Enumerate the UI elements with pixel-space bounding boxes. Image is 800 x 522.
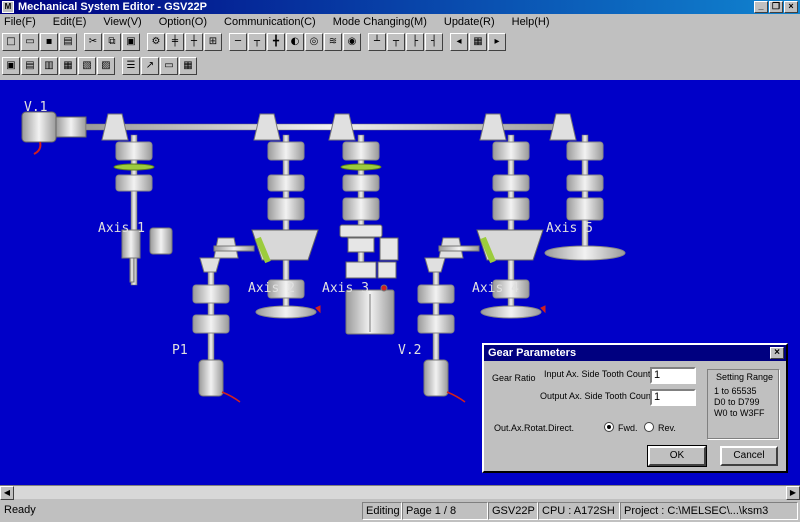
line-icon[interactable]: ─ — [229, 33, 247, 51]
horizontal-scrollbar[interactable]: ◀ ▶ — [0, 485, 800, 500]
menu-update[interactable]: Update(R) — [444, 16, 495, 28]
shaft-part-icon[interactable]: ┼ — [185, 33, 203, 51]
label-axis4: Axis 4 — [472, 281, 519, 296]
joint-icon[interactable]: ╋ — [267, 33, 285, 51]
list-icon[interactable]: ☰ — [122, 57, 140, 75]
parameter-icon[interactable]: ▤ — [21, 57, 39, 75]
status-cpu: CPU : A172SH — [538, 502, 620, 520]
virtual-servo-motor-v1[interactable] — [21, 111, 87, 155]
label-axis1: Axis 1 — [98, 221, 145, 236]
open-file-icon[interactable]: ▭ — [21, 33, 39, 51]
side-bevel-gears — [199, 237, 480, 273]
app-icon: M — [2, 1, 14, 13]
status-project: Project : C:\MELSEC\...\ksm3 — [620, 502, 798, 520]
servo-data-icon[interactable]: ▥ — [40, 57, 58, 75]
menu-view[interactable]: View(V) — [103, 16, 141, 28]
drive-up-icon[interactable]: ┴ — [368, 33, 386, 51]
status-ready: Ready — [4, 504, 36, 516]
menu-file[interactable]: File(F) — [4, 16, 36, 28]
table-icon[interactable]: ▦ — [179, 57, 197, 75]
menu-help[interactable]: Help(H) — [512, 16, 550, 28]
rev-radio[interactable] — [644, 422, 654, 432]
label-axis5: Axis 5 — [546, 221, 593, 236]
dialog-title-bar: Gear Parameters × — [484, 345, 786, 361]
ball-screw-icon[interactable]: ≋ — [324, 33, 342, 51]
rotary-table-icon[interactable]: ◉ — [343, 33, 361, 51]
label-v2: V.2 — [398, 343, 422, 358]
gear-part-icon[interactable]: ⚙ — [147, 33, 165, 51]
cam-icon[interactable]: ◐ — [286, 33, 304, 51]
setting-range-line-3: W0 to W3FF — [714, 408, 765, 418]
fwd-radio-label[interactable]: Fwd. — [618, 423, 638, 433]
cut-icon[interactable]: ✂ — [84, 33, 102, 51]
menu-bar: File(F) Edit(E) View(V) Option(O) Commun… — [0, 14, 800, 30]
menu-mode-changing[interactable]: Mode Changing(M) — [333, 16, 427, 28]
window-controls: _ ❐ × — [754, 1, 798, 13]
drive-left-icon[interactable]: ┤ — [425, 33, 443, 51]
rev-radio-label[interactable]: Rev. — [658, 423, 676, 433]
save-icon[interactable]: ▪ — [40, 33, 58, 51]
minimize-button[interactable]: _ — [754, 1, 768, 13]
setting-range-title: Setting Range — [716, 372, 774, 382]
label-axis2: Axis 2 — [248, 281, 295, 296]
status-page: Page 1 / 8 — [402, 502, 488, 520]
status-model: GSV22P — [488, 502, 538, 520]
gear-parameters-dialog: Gear Parameters × Gear Ratio Input Ax. S… — [482, 343, 788, 473]
close-button[interactable]: × — [784, 1, 798, 13]
label-v1: V.1 — [24, 100, 48, 115]
input-tooth-label: Input Ax. Side Tooth Count — [544, 369, 651, 379]
label-axis3: Axis 3 — [322, 281, 369, 296]
scroll-right-icon[interactable]: ▸ — [488, 33, 506, 51]
print-icon[interactable]: ▤ — [59, 33, 77, 51]
window-title: Mechanical System Editor - GSV22P — [18, 1, 207, 13]
title-bar: M Mechanical System Editor - GSV22P _ ❐ … — [0, 0, 800, 14]
setting-range-line-1: 1 to 65535 — [714, 386, 757, 396]
dialog-close-icon[interactable]: × — [770, 347, 784, 359]
rotation-direction-label: Out.Ax.Rotat.Direct. — [494, 423, 575, 433]
roller-icon[interactable]: ◎ — [305, 33, 323, 51]
drive-down-icon[interactable]: ┬ — [387, 33, 405, 51]
window-icon[interactable]: ▭ — [160, 57, 178, 75]
status-bar: Ready Editing Page 1 / 8 GSV22P CPU : A1… — [0, 500, 800, 522]
output-motors[interactable] — [198, 359, 449, 397]
limit-switch-icon[interactable]: ▦ — [59, 57, 77, 75]
menu-edit[interactable]: Edit(E) — [53, 16, 87, 28]
copy-icon[interactable]: ⧉ — [103, 33, 121, 51]
setting-range-line-2: D0 to D799 — [714, 397, 760, 407]
clutch-part-icon[interactable]: ╪ — [166, 33, 184, 51]
label-p1: P1 — [172, 343, 188, 358]
restore-button[interactable]: ❐ — [769, 1, 783, 13]
graph-icon[interactable]: ↗ — [141, 57, 159, 75]
test-icon[interactable]: ▨ — [97, 57, 115, 75]
program-edit-icon[interactable]: ▣ — [2, 57, 20, 75]
input-tooth-count-field[interactable]: 1 — [650, 367, 696, 384]
ok-button[interactable]: OK — [647, 445, 707, 467]
menu-communication[interactable]: Communication(C) — [224, 16, 316, 28]
scroll-left-icon[interactable]: ◂ — [450, 33, 468, 51]
dialog-title: Gear Parameters — [488, 347, 577, 359]
scroll-left-arrow-icon[interactable]: ◀ — [0, 486, 14, 500]
grid-icon[interactable]: ▦ — [469, 33, 487, 51]
status-mode: Editing — [362, 502, 402, 520]
paste-icon[interactable]: ▣ — [122, 33, 140, 51]
axis1-output[interactable] — [121, 227, 173, 283]
branch-icon[interactable]: ┬ — [248, 33, 266, 51]
output-tooth-count-field[interactable]: 1 — [650, 389, 696, 406]
gear-ratio-label: Gear Ratio — [492, 373, 536, 383]
new-file-icon[interactable]: □ — [2, 33, 20, 51]
menu-option[interactable]: Option(O) — [159, 16, 207, 28]
secondary-toolbar: ▣ ▤ ▥ ▦ ▧ ▨ ☰ ↗ ▭ ▦ — [2, 55, 198, 77]
monitor-icon[interactable]: ▧ — [78, 57, 96, 75]
speed-change-icon[interactable]: ⊞ — [204, 33, 222, 51]
main-toolbar: □ ▭ ▪ ▤ ✂ ⧉ ▣ ⚙ ╪ ┼ ⊞ ─ ┬ ╋ ◐ ◎ ≋ ◉ ┴ ┬ … — [2, 31, 507, 53]
speed-change-gear[interactable] — [339, 224, 399, 279]
scroll-right-arrow-icon[interactable]: ▶ — [786, 486, 800, 500]
drive-right-icon[interactable]: ├ — [406, 33, 424, 51]
output-tooth-label: Output Ax. Side Tooth Count — [540, 391, 654, 401]
cancel-button[interactable]: Cancel — [720, 446, 778, 466]
friction-disks — [113, 163, 382, 171]
setting-range-group: Setting Range 1 to 65535 D0 to D799 W0 t… — [707, 369, 779, 439]
fwd-radio[interactable] — [604, 422, 614, 432]
